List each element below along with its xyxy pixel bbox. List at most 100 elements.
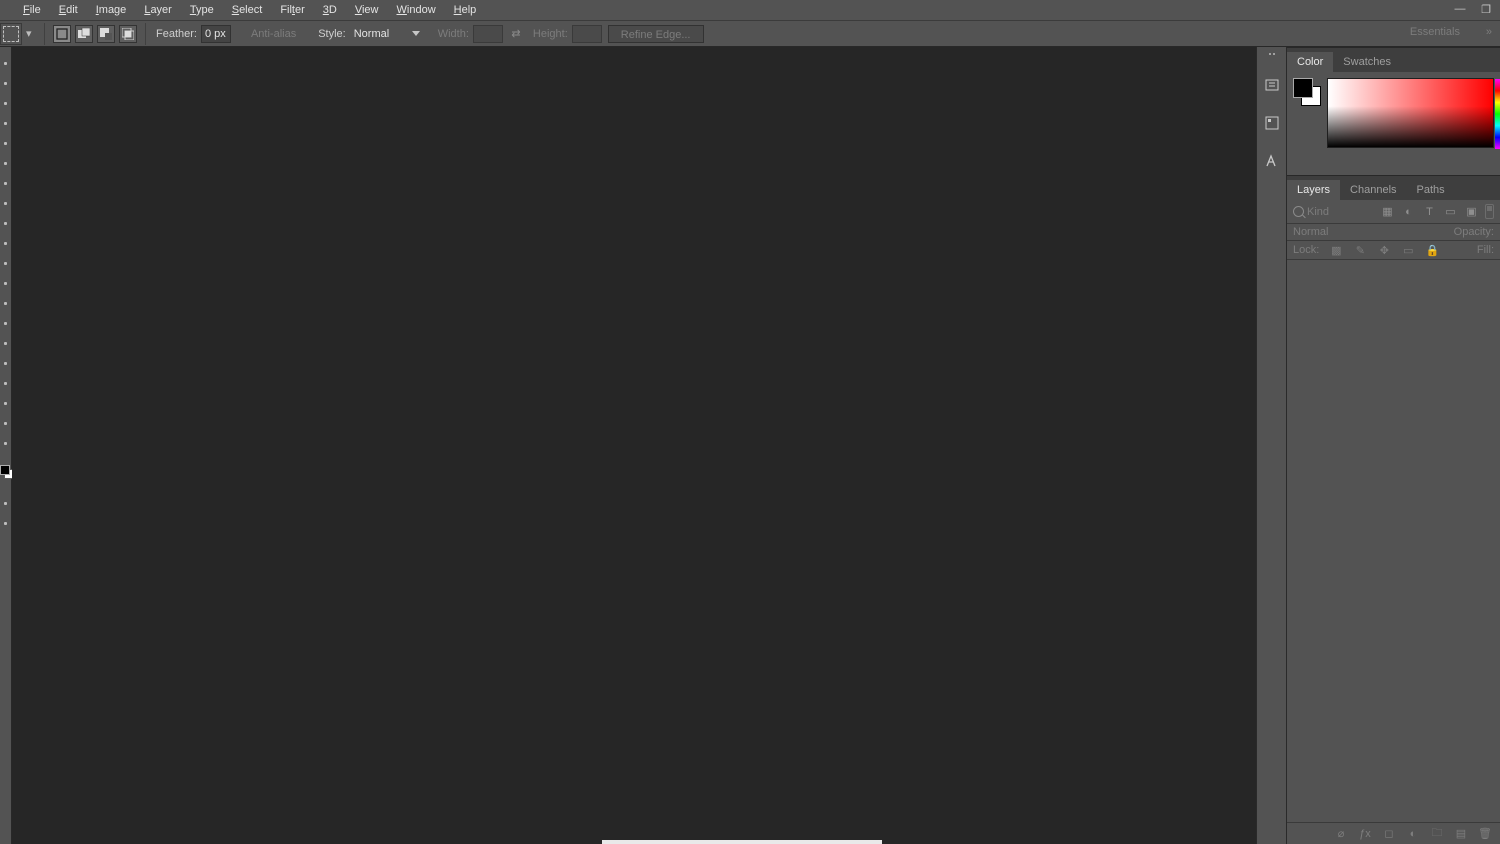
search-icon — [1293, 206, 1304, 217]
new-layer-icon: ▤ — [1454, 827, 1468, 841]
tool-zoom[interactable] — [0, 433, 11, 453]
tool-marquee[interactable] — [0, 73, 11, 93]
style-select[interactable]: Normal — [354, 25, 424, 43]
menu-select[interactable]: Select — [223, 0, 272, 20]
color-swatch-pair[interactable] — [1293, 78, 1321, 106]
workspace-switcher[interactable]: Essentials — [1410, 26, 1460, 38]
menu-layer[interactable]: Layer — [135, 0, 181, 20]
properties-panel-icon[interactable] — [1262, 113, 1282, 133]
opacity-label: Opacity: — [1454, 226, 1494, 238]
lock-label: Lock: — [1293, 244, 1319, 256]
width-label: Width: — [438, 28, 469, 40]
blend-mode-select: Normal — [1293, 226, 1448, 238]
workspace: Color Swatches Layers Channels Paths — [0, 47, 1500, 844]
filter-adjust-icon[interactable]: ◐ — [1401, 204, 1416, 219]
filter-smart-icon[interactable]: ▣ — [1464, 204, 1479, 219]
menu-bar: File Edit Image Layer Type Select Filter… — [0, 0, 1500, 20]
tool-heal[interactable] — [0, 173, 11, 193]
tool-shape[interactable] — [0, 393, 11, 413]
tab-paths[interactable]: Paths — [1407, 180, 1455, 200]
layers-lock-row: Lock: ▩ ✎ ✥ ▭ 🔒 Fill: — [1287, 241, 1500, 260]
character-panel-icon[interactable] — [1262, 151, 1282, 171]
tool-path[interactable] — [0, 373, 11, 393]
hue-slider[interactable] — [1495, 79, 1500, 149]
chevron-down-icon[interactable]: ▾ — [26, 27, 34, 40]
lock-pixels-icon: ✎ — [1353, 243, 1367, 257]
status-strip — [602, 840, 882, 844]
height-label: Height: — [533, 28, 568, 40]
window-maximize-icon[interactable]: ❐ — [1478, 2, 1494, 16]
antialias-checkbox: Anti-alias — [251, 28, 296, 40]
height-input — [572, 25, 602, 43]
color-field[interactable] — [1328, 79, 1493, 147]
menu-view[interactable]: View — [346, 0, 388, 20]
workspace-menu-icon[interactable]: » — [1486, 26, 1492, 38]
tool-eyedropper[interactable] — [0, 153, 11, 173]
tool-preset-picker[interactable] — [0, 23, 22, 45]
refine-edge-button: Refine Edge... — [608, 25, 704, 43]
panel-fg-color[interactable] — [1293, 78, 1313, 98]
adjustment-layer-icon: ◐ — [1406, 827, 1420, 841]
menu-edit[interactable]: Edit — [50, 0, 87, 20]
selection-new-button[interactable] — [53, 25, 71, 43]
layers-list[interactable] — [1287, 260, 1500, 822]
feather-input[interactable]: 0 px — [201, 25, 231, 43]
menu-type[interactable]: Type — [181, 0, 223, 20]
menu-help[interactable]: Help — [445, 0, 486, 20]
color-picker[interactable] — [1327, 78, 1494, 148]
layer-filter-search[interactable]: Kind — [1293, 206, 1329, 218]
selection-add-button[interactable] — [75, 25, 93, 43]
menu-3d[interactable]: 3D — [314, 0, 346, 20]
width-input — [473, 25, 503, 43]
tool-gradient[interactable] — [0, 273, 11, 293]
selection-intersect-button[interactable] — [119, 25, 137, 43]
layer-group-icon: 🗀 — [1430, 827, 1444, 841]
tool-lasso[interactable] — [0, 93, 11, 113]
tool-eraser[interactable] — [0, 253, 11, 273]
foreground-color-swatch[interactable] — [0, 465, 10, 475]
fill-label: Fill: — [1477, 244, 1494, 256]
link-layers-icon: ⌀ — [1334, 827, 1348, 841]
tab-color[interactable]: Color — [1287, 52, 1333, 72]
layer-fx-icon: ƒx — [1358, 827, 1372, 841]
menu-file[interactable]: File — [14, 0, 50, 20]
feather-label: Feather: — [156, 28, 197, 40]
lock-all-icon: 🔒 — [1425, 243, 1439, 257]
filter-shape-icon[interactable]: ▭ — [1443, 204, 1458, 219]
tool-dodge[interactable] — [0, 313, 11, 333]
menu-image[interactable]: Image — [87, 0, 136, 20]
delete-layer-icon: 🗑 — [1478, 827, 1492, 841]
document-area[interactable] — [12, 47, 1256, 844]
tool-crop[interactable] — [0, 133, 11, 153]
collapsed-dock — [1256, 47, 1286, 844]
tab-swatches[interactable]: Swatches — [1333, 52, 1401, 72]
foreground-background-colors[interactable] — [0, 465, 12, 483]
color-panel: Color Swatches — [1287, 47, 1500, 175]
tool-history-brush[interactable] — [0, 233, 11, 253]
tool-stamp[interactable] — [0, 213, 11, 233]
history-panel-icon[interactable] — [1262, 75, 1282, 95]
menu-filter[interactable]: Filter — [271, 0, 313, 20]
filter-pixel-icon[interactable]: ▦ — [1380, 204, 1395, 219]
tool-hand[interactable] — [0, 413, 11, 433]
selection-subtract-button[interactable] — [97, 25, 115, 43]
tool-wand[interactable] — [0, 113, 11, 133]
window-minimize-icon[interactable]: — — [1452, 2, 1468, 16]
dock-handle-icon[interactable] — [1261, 53, 1283, 57]
tool-type[interactable] — [0, 353, 11, 373]
filter-type-icon[interactable]: T — [1422, 204, 1437, 219]
tab-layers[interactable]: Layers — [1287, 180, 1340, 200]
tab-channels[interactable]: Channels — [1340, 180, 1406, 200]
tool-brush[interactable] — [0, 193, 11, 213]
tool-blur[interactable] — [0, 293, 11, 313]
right-panels: Color Swatches Layers Channels Paths — [1286, 47, 1500, 844]
tool-move[interactable] — [0, 53, 11, 73]
options-bar: ▾ Feather: 0 px Anti-alias Style: Normal… — [0, 20, 1500, 47]
tool-pen[interactable] — [0, 333, 11, 353]
screenmode-toggle[interactable] — [0, 513, 11, 533]
menu-window[interactable]: Window — [388, 0, 445, 20]
lock-transparent-icon: ▩ — [1329, 243, 1343, 257]
tools-panel — [0, 47, 12, 844]
quickmask-toggle[interactable] — [0, 493, 11, 513]
filter-toggle[interactable] — [1485, 204, 1494, 219]
